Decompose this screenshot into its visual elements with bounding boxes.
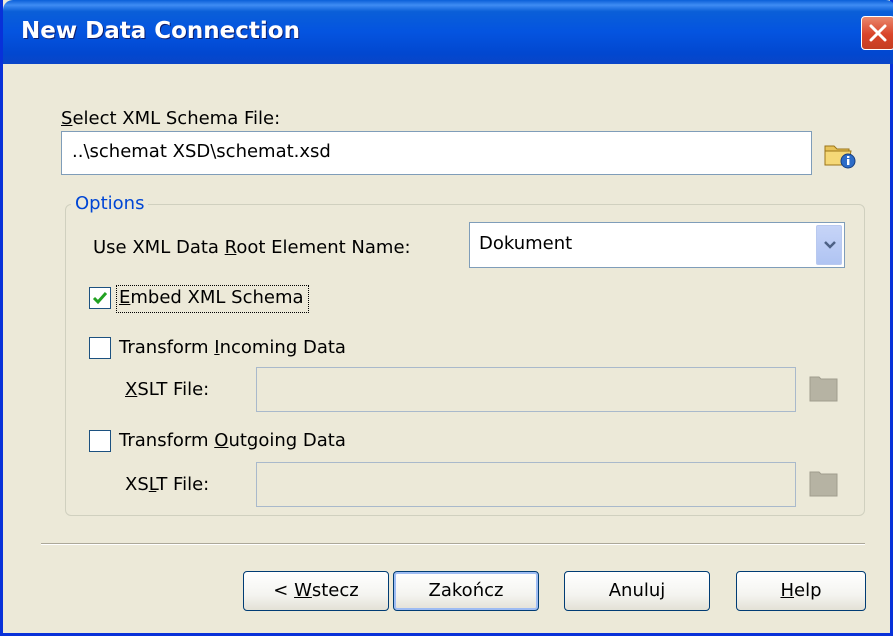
transform-incoming-checkbox[interactable] bbox=[89, 337, 111, 359]
schema-file-input[interactable]: ..\schemat XSD\schemat.xsd bbox=[61, 131, 812, 175]
checkmark-icon bbox=[92, 292, 108, 305]
close-button[interactable] bbox=[861, 16, 893, 50]
transform-outgoing-label[interactable]: Transform Outgoing Data bbox=[119, 430, 346, 451]
schema-file-label: Select XML Schema File: bbox=[61, 108, 281, 129]
folder-browse-icon[interactable] bbox=[823, 139, 857, 169]
incoming-xslt-label: XSLT File: bbox=[125, 379, 210, 400]
title-bar[interactable]: New Data Connection bbox=[3, 0, 893, 64]
embed-schema-label[interactable]: Embed XML Schema bbox=[119, 287, 304, 308]
cancel-button[interactable]: Anuluj bbox=[564, 571, 710, 611]
embed-schema-checkbox[interactable] bbox=[89, 287, 111, 309]
dropdown-button[interactable] bbox=[816, 225, 842, 265]
transform-incoming-label[interactable]: Transform Incoming Data bbox=[119, 337, 346, 358]
incoming-xslt-input[interactable] bbox=[256, 367, 796, 412]
back-button[interactable]: < Wstecz bbox=[243, 571, 389, 611]
help-button[interactable]: Help bbox=[736, 571, 866, 611]
outgoing-xslt-input[interactable] bbox=[256, 462, 796, 507]
schema-file-value: ..\schemat XSD\schemat.xsd bbox=[72, 141, 331, 162]
separator bbox=[41, 543, 865, 545]
options-group-title: Options bbox=[71, 193, 149, 214]
transform-outgoing-checkbox[interactable] bbox=[89, 430, 111, 452]
folder-browse-disabled-icon[interactable] bbox=[809, 375, 839, 403]
root-element-select[interactable]: Dokument bbox=[469, 222, 845, 268]
folder-browse-disabled-icon[interactable] bbox=[809, 470, 839, 498]
finish-button[interactable]: Zakończ bbox=[393, 571, 539, 611]
root-element-value: Dokument bbox=[479, 233, 573, 254]
chevron-down-icon bbox=[824, 241, 836, 249]
window-title: New Data Connection bbox=[21, 18, 300, 44]
root-element-label: Use XML Data Root Element Name: bbox=[93, 237, 411, 258]
dialog-window: New Data Connection Select XML Schema Fi… bbox=[0, 0, 893, 636]
close-icon bbox=[869, 24, 887, 42]
outgoing-xslt-label: XSLT File: bbox=[125, 474, 210, 495]
